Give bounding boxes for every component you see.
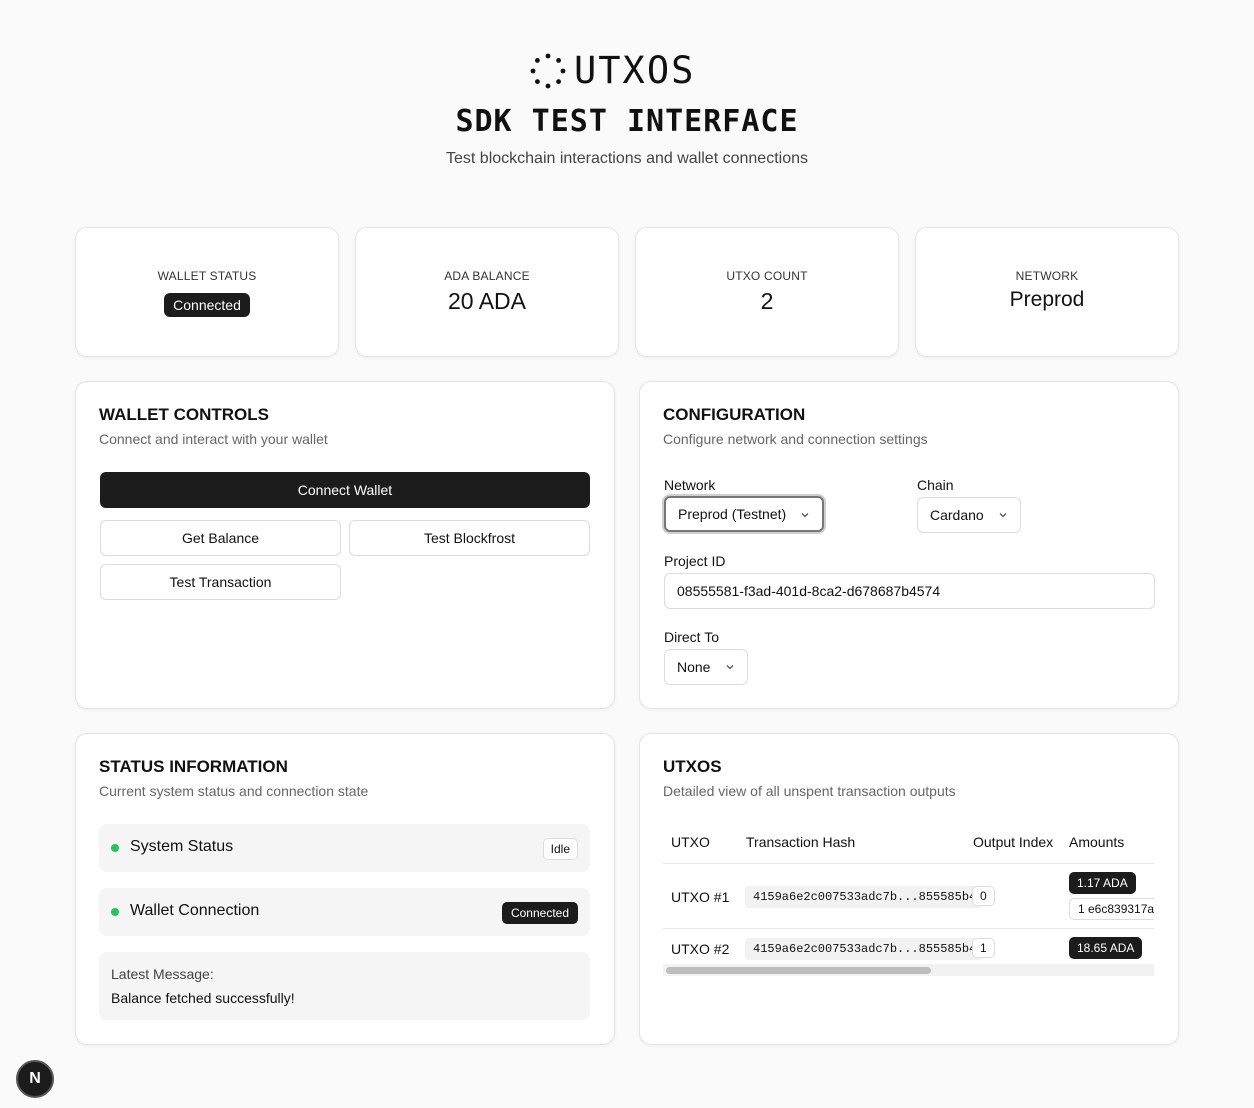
wallet-connection-label: Wallet Connection [130, 902, 260, 919]
horizontal-scrollbar[interactable] [663, 964, 1154, 976]
configuration-panel: CONFIGURATION Configure network and conn… [639, 381, 1179, 709]
wallet-status-card: WALLET STATUS Connected [75, 227, 339, 357]
column-header: Amounts [1069, 834, 1125, 850]
panel-title: CONFIGURATION [663, 405, 806, 424]
network-value: Preprod [1009, 288, 1085, 311]
panel-title: WALLET CONTROLS [99, 405, 269, 424]
wallet-controls-panel: WALLET CONTROLS Connect and interact wit… [75, 381, 615, 709]
panel-description: Current system status and connection sta… [99, 783, 369, 799]
direct-to-select-value: None [677, 659, 711, 675]
network-select[interactable]: Preprod (Testnet) [664, 496, 824, 532]
utxos-panel: UTXOS Detailed view of all unspent trans… [639, 733, 1179, 1045]
status-information-panel: STATUS INFORMATION Current system status… [75, 733, 615, 1045]
wallet-status-badge: Connected [164, 293, 250, 317]
divider [663, 928, 1154, 929]
amount-badge: 1.17 ADA [1069, 872, 1136, 894]
latest-message-label: Latest Message: [111, 966, 214, 982]
panel-title: STATUS INFORMATION [99, 757, 288, 776]
output-index: 0 [972, 886, 995, 906]
utxo-table: UTXO Transaction Hash Output Index Amoun… [663, 824, 1154, 984]
logo: UTXOS [530, 52, 730, 90]
connect-wallet-button[interactable]: Connect Wallet [100, 472, 590, 508]
utxos-logo-icon [530, 53, 566, 89]
utxo-count-value: 2 [760, 288, 774, 314]
stat-label: ADA BALANCE [444, 269, 530, 283]
latest-message-box: Latest Message: Balance fetched successf… [99, 952, 590, 1020]
tx-hash: 4159a6e2c007533adc7b...855585b4 [745, 886, 985, 908]
network-card: NETWORK Preprod [915, 227, 1179, 357]
chevron-down-icon [801, 513, 809, 518]
page-title: SDK TEST INTERFACE [455, 104, 799, 139]
chain-label: Chain [917, 477, 954, 493]
panel-description: Connect and interact with your wallet [99, 431, 328, 447]
ada-balance-value: 20 ADA [448, 288, 526, 314]
scrollbar-thumb[interactable] [666, 967, 931, 974]
stat-label: NETWORK [1015, 269, 1079, 283]
project-id-label: Project ID [664, 553, 726, 569]
chain-select-value: Cardano [930, 507, 984, 523]
system-status-badge: Idle [542, 838, 578, 860]
status-dot-icon [111, 844, 119, 852]
page-subtitle: Test blockchain interactions and wallet … [446, 150, 808, 167]
chain-select[interactable]: Cardano [917, 497, 1021, 533]
chevron-down-icon [999, 513, 1007, 518]
get-balance-button[interactable]: Get Balance [100, 520, 341, 556]
ada-balance-card: ADA BALANCE 20 ADA [355, 227, 619, 357]
test-transaction-button[interactable]: Test Transaction [100, 564, 341, 600]
test-blockfrost-button[interactable]: Test Blockfrost [349, 520, 590, 556]
direct-to-select[interactable]: None [664, 649, 748, 685]
output-index: 1 [972, 938, 995, 958]
stat-label: WALLET STATUS [157, 269, 257, 283]
amount-badge: 1 e6c839317a [1069, 898, 1154, 920]
utxo-count-card: UTXO COUNT 2 [635, 227, 899, 357]
stat-label: UTXO COUNT [726, 269, 808, 283]
latest-message-text: Balance fetched successfully! [111, 990, 295, 1006]
logo-text: UTXOS [574, 49, 696, 92]
panel-description: Detailed view of all unspent transaction… [663, 783, 956, 799]
system-status-row: System Status Idle [99, 824, 590, 872]
system-status-label: System Status [130, 838, 234, 855]
column-header: Output Index [973, 834, 1054, 850]
status-dot-icon [111, 908, 119, 916]
tx-hash: 4159a6e2c007533adc7b...855585b4 [745, 938, 985, 960]
wallet-connection-badge: Connected [501, 902, 578, 924]
divider [663, 863, 1154, 864]
dev-tools-button[interactable]: N [16, 1060, 54, 1098]
network-label: Network [664, 477, 716, 493]
column-header: UTXO [671, 834, 710, 850]
utxo-name: UTXO #1 [671, 889, 730, 905]
column-header: Transaction Hash [746, 834, 856, 850]
panel-description: Configure network and connection setting… [663, 431, 928, 447]
project-id-input[interactable]: 08555581-f3ad-401d-8ca2-d678687b4574 [664, 573, 1155, 609]
panel-title: UTXOS [663, 757, 722, 776]
network-select-value: Preprod (Testnet) [678, 506, 787, 522]
direct-to-label: Direct To [664, 629, 719, 645]
amount-badge: 18.65 ADA [1069, 937, 1143, 959]
wallet-connection-row: Wallet Connection Connected [99, 888, 590, 936]
utxo-name: UTXO #2 [671, 941, 730, 957]
chevron-down-icon [726, 665, 734, 670]
